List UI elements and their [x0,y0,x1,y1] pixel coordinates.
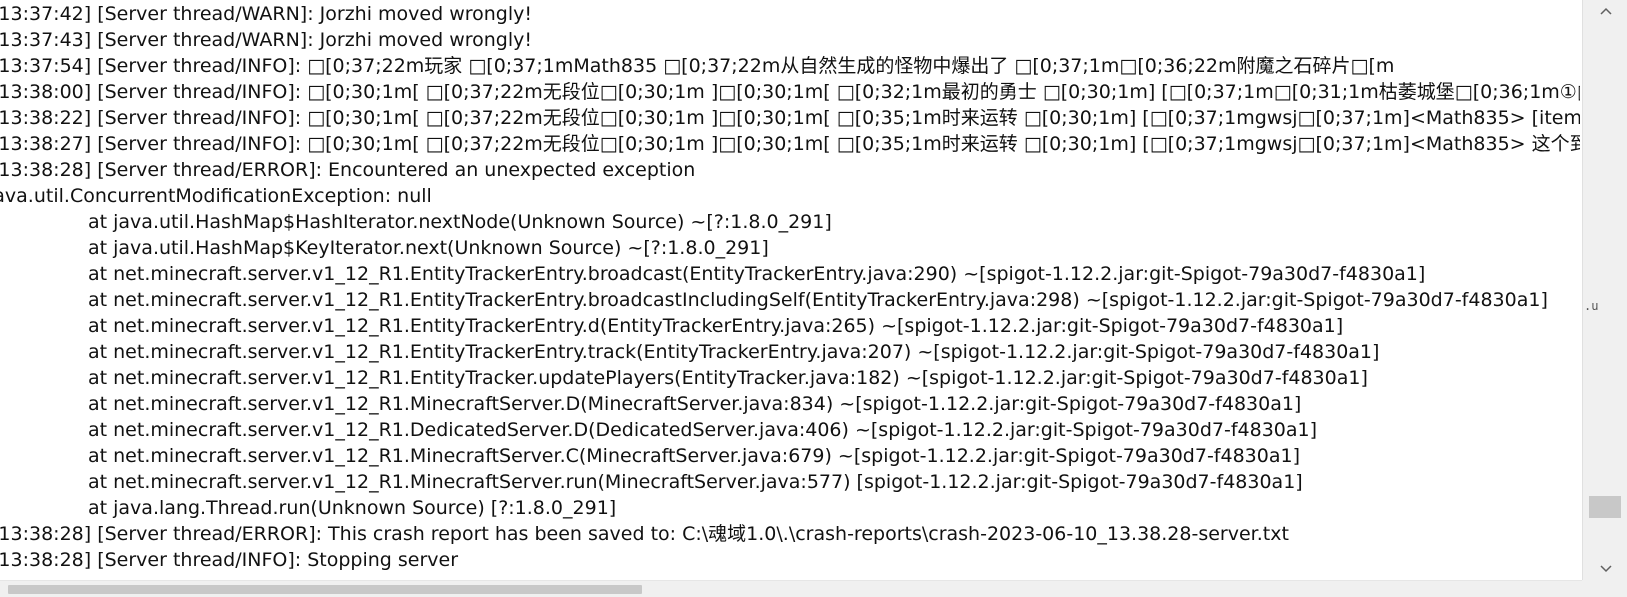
console-output[interactable]: [13:37:42] [Server thread/WARN]: Jorzhi … [0,0,1580,580]
horizontal-scroll-thumb[interactable] [8,585,642,594]
log-line: [13:38:28] [Server thread/INFO]: Stoppin… [0,549,459,571]
stacktrace-line: at java.util.HashMap$HashIterator.nextNo… [88,211,832,233]
log-line: [13:37:43] [Server thread/WARN]: Jorzhi … [0,29,532,51]
stacktrace-line: at net.minecraft.server.v1_12_R1.EntityT… [88,289,1548,311]
scrollbar-corner [1582,580,1627,597]
stacktrace-line: at java.lang.Thread.run(Unknown Source) … [88,497,617,519]
log-line: [13:38:22] [Server thread/INFO]: □[0;30;… [0,107,1580,129]
stacktrace-line: at net.minecraft.server.v1_12_R1.Minecra… [88,471,1303,493]
chevron-down-icon[interactable] [1583,558,1627,580]
stacktrace-line: at net.minecraft.server.v1_12_R1.EntityT… [88,341,1380,363]
stacktrace-line: at net.minecraft.server.v1_12_R1.EntityT… [88,367,1368,389]
log-line: [13:38:00] [Server thread/INFO]: □[0;30;… [0,81,1580,103]
stacktrace-line: at net.minecraft.server.v1_12_R1.EntityT… [88,263,1426,285]
chevron-up-icon[interactable] [1583,0,1627,22]
stacktrace-line: at net.minecraft.server.v1_12_R1.Minecra… [88,393,1302,415]
stacktrace-line: at net.minecraft.server.v1_12_R1.Dedicat… [88,419,1318,441]
stacktrace-line: at net.minecraft.server.v1_12_R1.EntityT… [88,315,1344,337]
log-line: [13:38:27] [Server thread/INFO]: □[0;30;… [0,133,1580,155]
vertical-scroll-thumb[interactable] [1589,496,1621,518]
exception-line: java.util.ConcurrentModificationExceptio… [0,185,432,207]
log-line: [13:37:54] [Server thread/INFO]: □[0;37;… [0,55,1395,77]
log-line: [13:38:28] [Server thread/ERROR]: This c… [0,523,1289,545]
stacktrace-line: at net.minecraft.server.v1_12_R1.Minecra… [88,445,1300,467]
stacktrace-line: at java.util.HashMap$KeyIterator.next(Un… [88,237,769,259]
vertical-scrollbar[interactable]: .u [1582,0,1627,580]
log-line: [13:37:42] [Server thread/WARN]: Jorzhi … [0,3,532,25]
horizontal-scrollbar[interactable] [0,580,1582,597]
log-line: [13:38:28] [Server thread/ERROR]: Encoun… [0,159,696,181]
edge-glyph: .u [1584,299,1599,313]
